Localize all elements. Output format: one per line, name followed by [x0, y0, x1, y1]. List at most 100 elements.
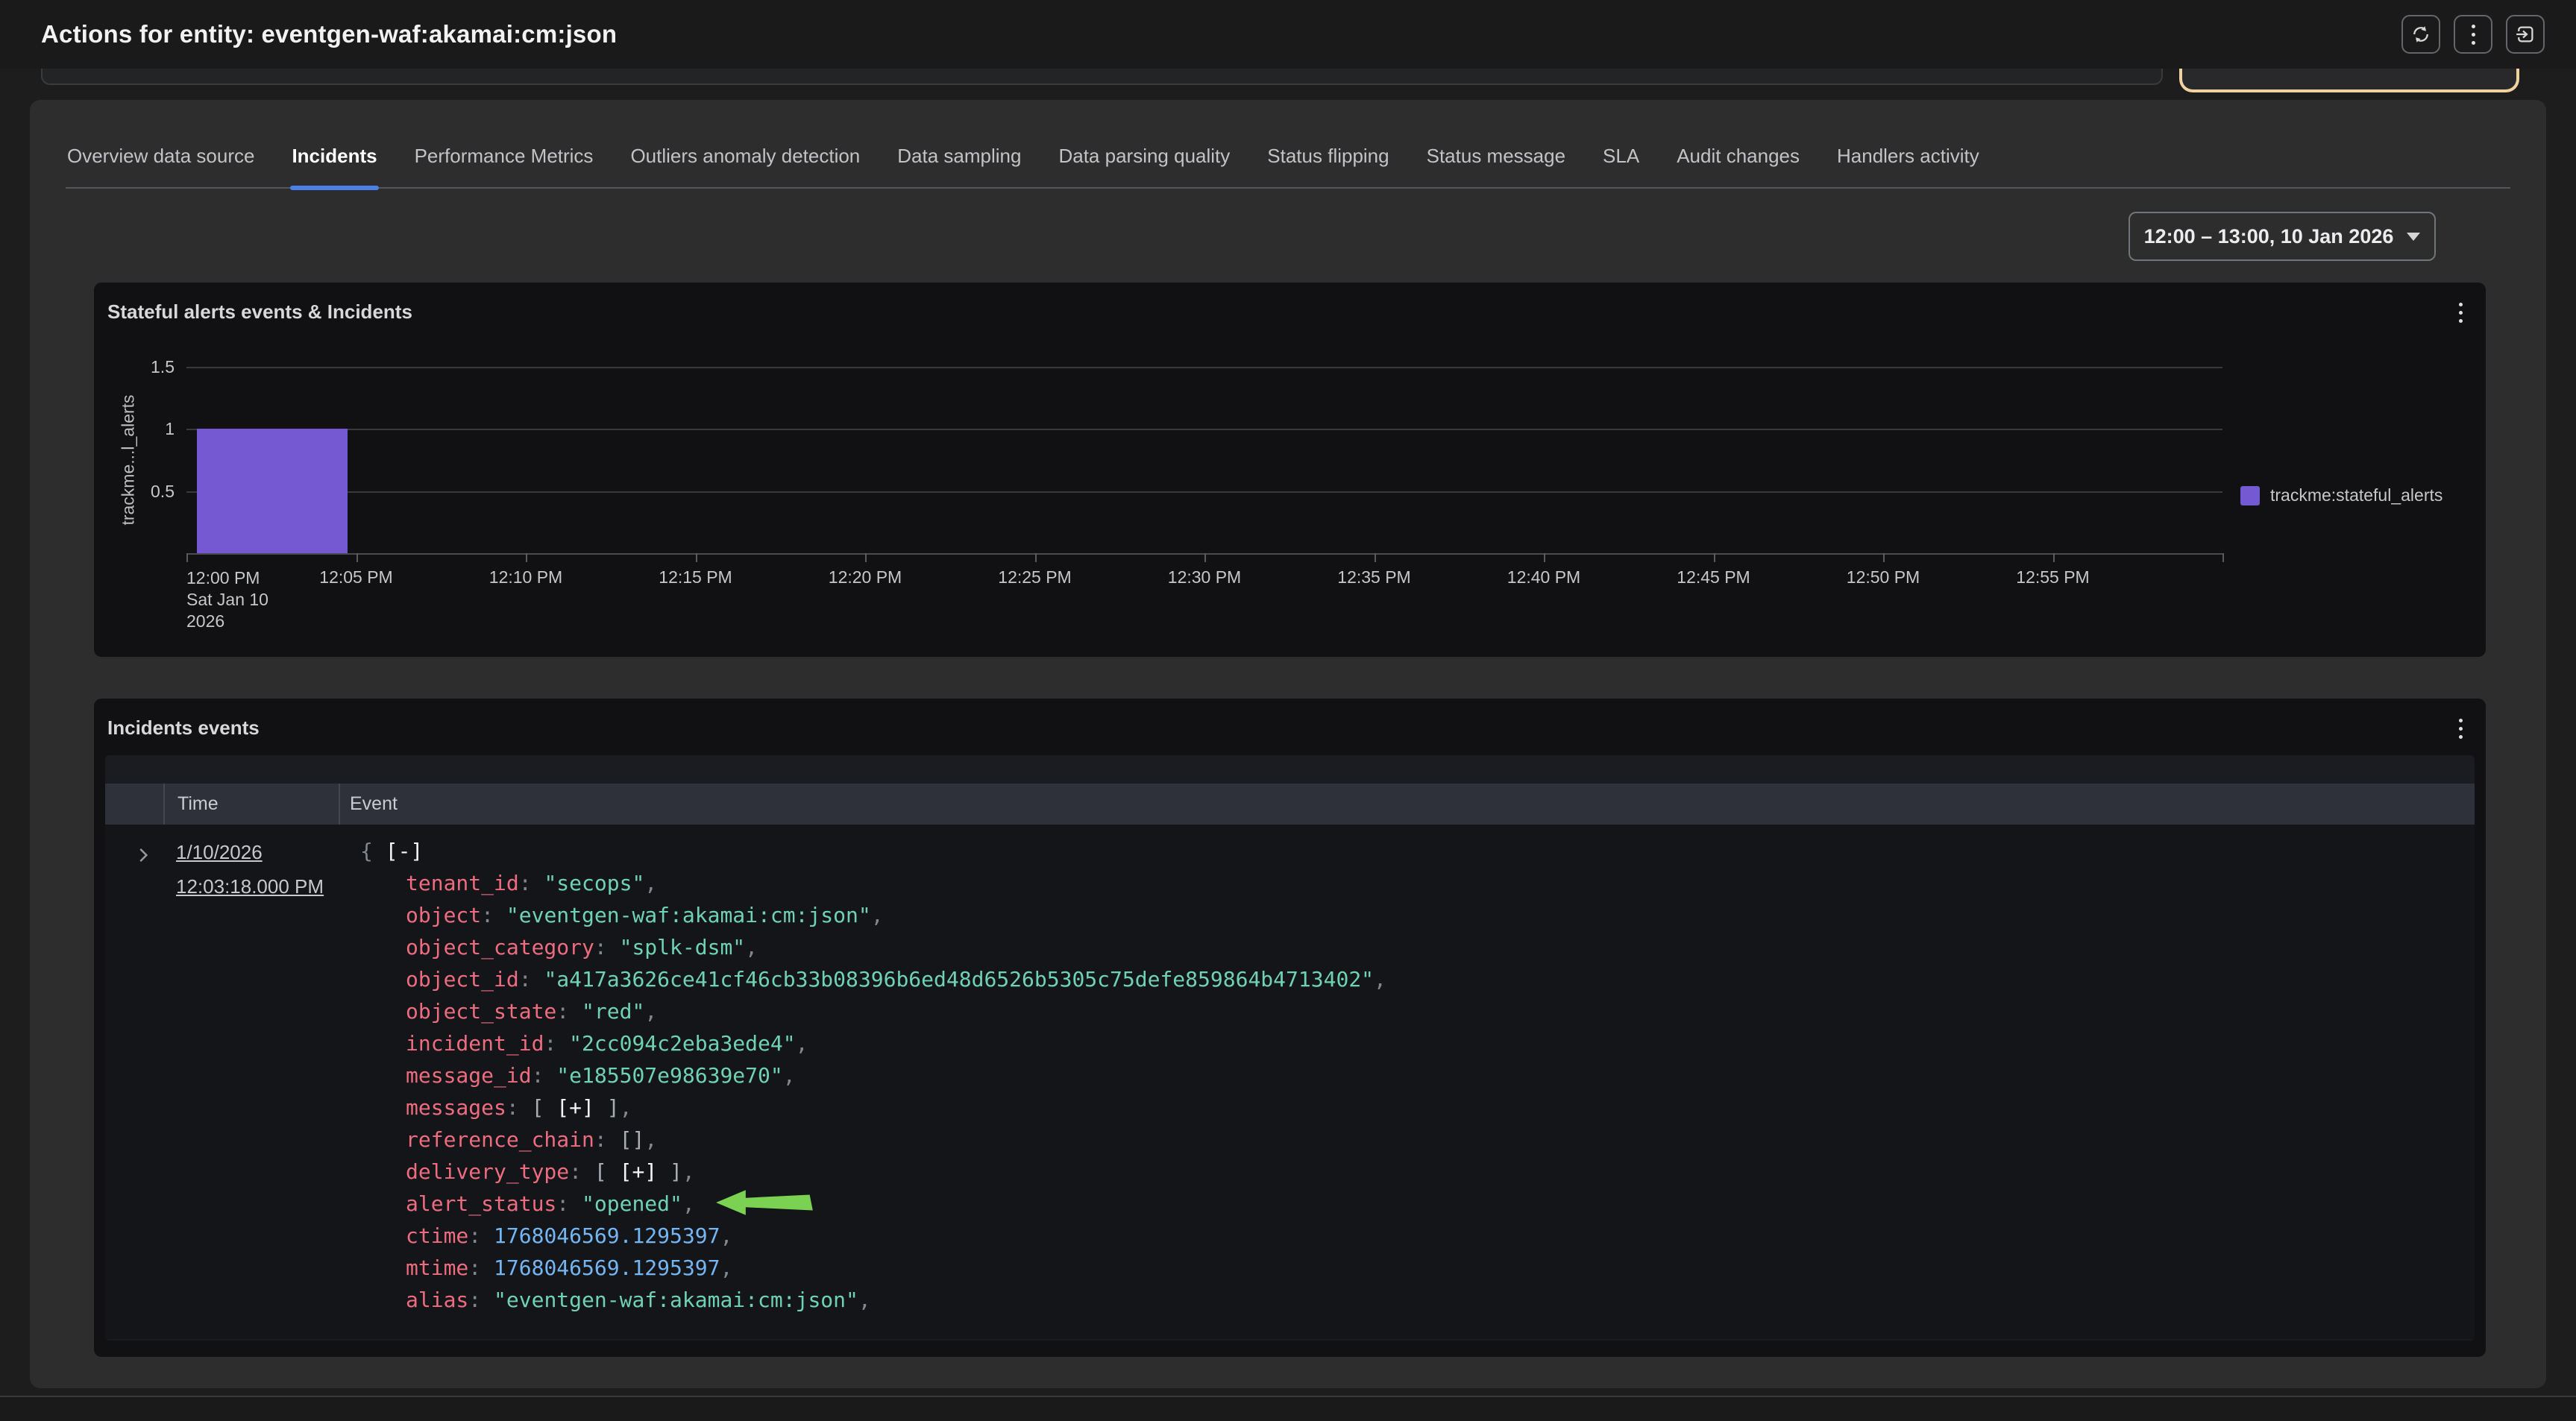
json-colon: : [468, 1255, 494, 1280]
x-axis-tick-label: 12:30 PM [1168, 567, 1241, 587]
x-axis-tick-label: 12:55 PM [2016, 567, 2089, 587]
x-axis-label-line: 12:00 PM [186, 567, 268, 589]
tab-data-parsing-quality[interactable]: Data parsing quality [1057, 139, 1231, 187]
json-colon: : [594, 935, 620, 960]
tab-data-sampling[interactable]: Data sampling [896, 139, 1022, 187]
json-colon: : [481, 903, 506, 927]
json-line-object: object: "eventgen-waf:akamai:cm:json", [360, 899, 1386, 931]
green-arrow-annotation [714, 1188, 816, 1217]
json-line-tenant-id: tenant_id: "secops", [360, 867, 1386, 899]
column-header-time[interactable]: Time [163, 784, 337, 825]
modal-header: Actions for entity: eventgen-waf:akamai:… [0, 0, 2576, 69]
expand-row-button[interactable] [132, 844, 154, 869]
json-key: object [406, 903, 481, 927]
tab-bar: Overview data source Incidents Performance… [66, 139, 2510, 189]
tab-status-flipping[interactable]: Status flipping [1266, 139, 1390, 187]
legend-item[interactable]: trackme:stateful_alerts [2240, 485, 2443, 505]
json-colon: : [519, 967, 544, 992]
legend-swatch [2240, 486, 2260, 505]
kebab-menu-icon [2459, 719, 2463, 722]
refresh-button[interactable] [2401, 15, 2440, 54]
stateful-alerts-chart-panel: Stateful alerts events & Incidents 1.510… [94, 283, 2486, 657]
event-time-date-link[interactable]: 1/10/2026 [176, 841, 324, 864]
json-comma: , [620, 1095, 632, 1120]
x-axis-tick [1714, 553, 1715, 562]
json-comma: , [644, 999, 657, 1024]
tab-audit-changes[interactable]: Audit changes [1675, 139, 1801, 187]
json-key: object_category [406, 935, 594, 960]
time-range-picker[interactable]: 12:00 – 13:00, 10 Jan 2026 [2129, 212, 2436, 261]
json-line-alert-status: alert_status: "opened", [360, 1188, 1386, 1220]
json-number-value: 1768046569.1295397 [494, 1223, 720, 1248]
event-time-cell: 1/10/2026 12:03:18.000 PM [176, 841, 324, 898]
refresh-icon [2410, 23, 2432, 45]
json-string-value: "red" [582, 999, 644, 1024]
x-axis-tick [1375, 553, 1376, 562]
json-colon: : [506, 1095, 532, 1120]
expand-toggle[interactable]: [+] [556, 1095, 594, 1120]
x-axis-tick [1544, 553, 1545, 562]
event-time-clock-link[interactable]: 12:03:18.000 PM [176, 875, 324, 898]
json-comma: , [1374, 967, 1386, 992]
json-line-message-id: message_id: "e185507e98639e70", [360, 1059, 1386, 1091]
exit-button[interactable] [2506, 15, 2545, 54]
exit-icon [2514, 23, 2536, 45]
expand-toggle[interactable]: [+] [620, 1159, 658, 1184]
collapse-toggle[interactable]: [-] [386, 839, 424, 863]
x-axis-tick [2222, 553, 2224, 562]
events-table: Time Event 1/10/2026 12:03:18.000 PM { [… [105, 755, 2475, 1340]
json-line-object-category: object_category: "splk-dsm", [360, 931, 1386, 963]
tab-outliers-anomaly-detection[interactable]: Outliers anomaly detection [629, 139, 861, 187]
column-header-event[interactable]: Event [339, 784, 2475, 825]
stateful-alerts-bar[interactable] [197, 429, 348, 553]
json-colon: : [594, 1127, 620, 1152]
json-comma: , [783, 1063, 796, 1088]
tab-handlers-activity[interactable]: Handlers activity [1835, 139, 1981, 187]
json-string-value: "e185507e98639e70" [556, 1063, 782, 1088]
tab-sla[interactable]: SLA [1601, 139, 1641, 187]
json-open-line: { [-] [360, 835, 1386, 867]
x-axis-tick-label: 12:25 PM [998, 567, 1071, 587]
tab-performance-metrics[interactable]: Performance Metrics [413, 139, 595, 187]
json-key: tenant_id [406, 871, 519, 895]
more-options-button[interactable] [2454, 15, 2492, 54]
json-comma: , [858, 1288, 871, 1312]
json-comma: , [720, 1223, 732, 1248]
json-line-messages: messages: [ [+] ], [360, 1091, 1386, 1124]
json-line-incident-id: incident_id: "2cc094c2eba3ede4", [360, 1027, 1386, 1059]
x-axis-tick [2053, 553, 2055, 562]
tab-incidents[interactable]: Incidents [290, 139, 378, 187]
x-axis-tick-label: 12:40 PM [1507, 567, 1580, 587]
incidents-panel-menu-button[interactable] [2444, 710, 2477, 746]
json-line-delivery-type: delivery_type: [ [+] ], [360, 1156, 1386, 1188]
x-axis-tick [865, 553, 867, 562]
kebab-menu-icon [2459, 303, 2463, 306]
json-colon: : [544, 1031, 569, 1056]
json-line-mtime: mtime: 1768046569.1295397, [360, 1252, 1386, 1284]
x-axis-tick-label: 12:15 PM [659, 567, 732, 587]
json-comma: , [720, 1255, 732, 1280]
tab-overview-data-source[interactable]: Overview data source [66, 139, 256, 187]
x-axis-tick-label: 12:20 PM [829, 567, 902, 587]
json-string-value: "eventgen-waf:akamai:cm:json" [494, 1288, 858, 1312]
event-json-cell: { [-]tenant_id: "secops",object: "eventg… [360, 835, 1386, 1316]
json-key: object_state [406, 999, 556, 1024]
x-axis-tick [526, 553, 527, 562]
json-comma: , [745, 935, 758, 960]
scrolled-card-bottom-edge [41, 69, 2163, 85]
scrolled-highlighted-button-edge[interactable] [2179, 69, 2519, 92]
json-colon: : [468, 1223, 494, 1248]
tab-status-message[interactable]: Status message [1425, 139, 1567, 187]
entity-actions-container: Overview data source Incidents Performance… [30, 100, 2546, 1388]
chart-panel-menu-button[interactable] [2444, 294, 2477, 330]
json-line-reference-chain: reference_chain: [], [360, 1124, 1386, 1156]
json-key: messages [406, 1095, 506, 1120]
json-comma: , [644, 871, 657, 895]
table-row: 1/10/2026 12:03:18.000 PM { [-]tenant_id… [105, 825, 2475, 1339]
json-colon: : [468, 1288, 494, 1312]
json-key: ctime [406, 1223, 468, 1248]
x-axis-tick [1035, 553, 1037, 562]
json-key: alert_status [406, 1191, 556, 1216]
page-title: Actions for entity: eventgen-waf:akamai:… [41, 20, 617, 48]
json-bracket: ] [594, 1095, 620, 1120]
